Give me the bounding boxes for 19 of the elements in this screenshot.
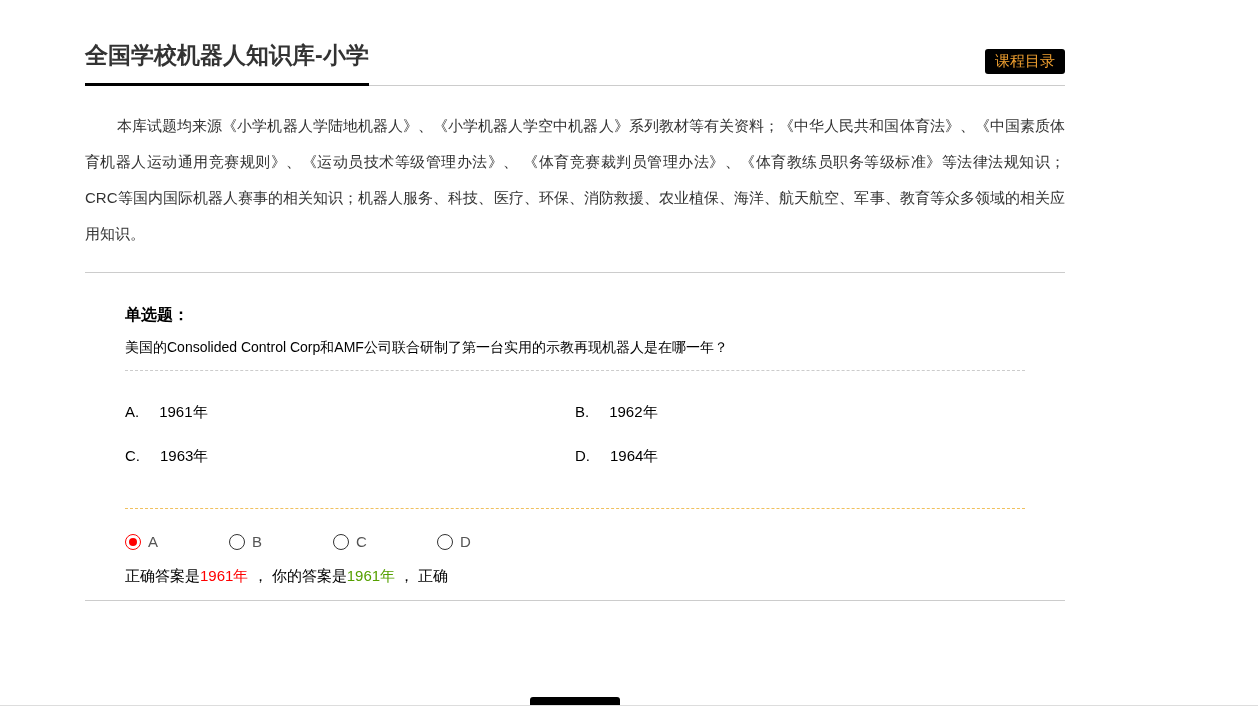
page-title: 全国学校机器人知识库-小学	[85, 38, 369, 86]
option-letter: A.	[125, 401, 140, 422]
option-text: 1964年	[610, 446, 659, 466]
question-type: 单选题：	[125, 304, 190, 325]
intro-paragraph: 本库试题均来源《小学机器人学陆地机器人》、《小学机器人学空中机器人》系列教材等有关资料；《中华人民共和国体育法》、《中国素质体育机器人运动通用竞赛规则》、《运动员技术等级管理办法》、 《体育竞赛裁判员管理办法》、《体育教练员职务等级标准》等法律法规知识； CRC等国内国际机器人赛事的相关知识；机器人服务、科技、医疗、环保、消防救援、农业植保、海洋、航天航空、军事、教育等众多领域的相关应用知识。	[85, 85, 1065, 273]
answer-radio[interactable]: B	[229, 530, 333, 553]
answer-result: 正确答案是1961年 ， 你的答案是1961年 ， 正确	[125, 566, 450, 586]
next-button-edge[interactable]	[530, 697, 620, 705]
answer-radio[interactable]: C	[333, 530, 437, 553]
option-letter: C.	[125, 446, 140, 466]
answer-radio[interactable]: D	[437, 530, 541, 553]
option-letter: B.	[575, 401, 590, 422]
option-text: 1962年	[609, 401, 658, 422]
question-text: 美国的Consolided Control Corp和AMF公司联合研制了第一台实用的示教再现机器人是在哪一年？	[125, 336, 1025, 371]
option-text: 1961年	[159, 401, 208, 422]
option-letter: D.	[575, 446, 590, 466]
catalog-button[interactable]: 课程目录	[985, 49, 1065, 74]
answer-radio[interactable]: A	[125, 530, 229, 553]
option-text: 1963年	[160, 446, 209, 466]
